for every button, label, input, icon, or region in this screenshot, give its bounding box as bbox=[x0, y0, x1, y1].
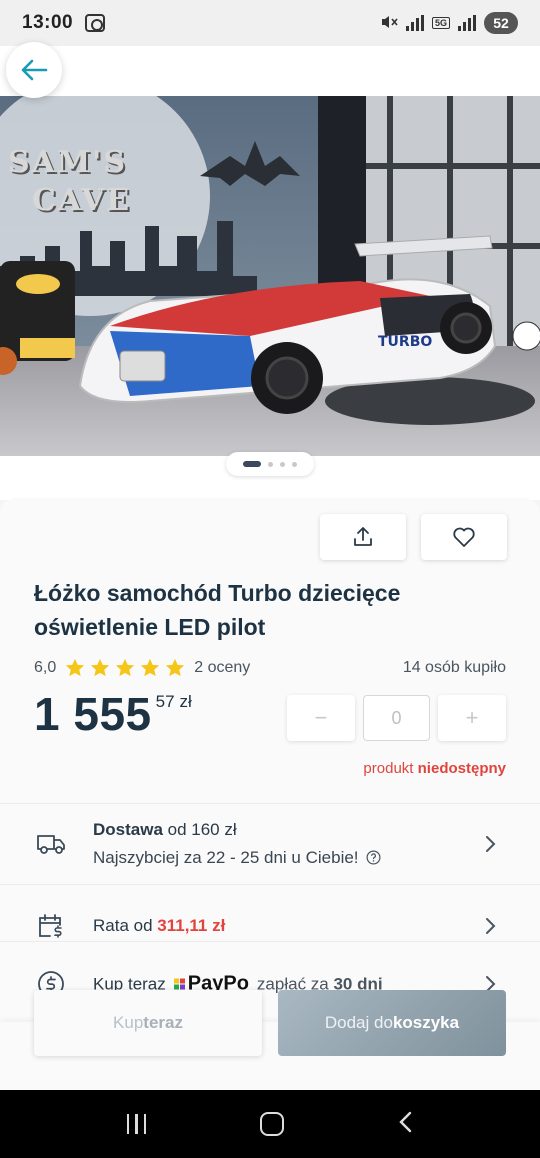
buy-now-label-pre: Kup bbox=[113, 1013, 144, 1032]
product-title: Łóżko samochód Turbo dziecięce oświetlen… bbox=[34, 580, 401, 640]
mute-icon bbox=[380, 14, 398, 33]
signal-icon-2 bbox=[458, 15, 476, 31]
installment-prefix: Rata od bbox=[93, 916, 158, 935]
add-to-cart-button[interactable]: Dodaj do koszyka bbox=[278, 990, 506, 1056]
star-icon bbox=[116, 658, 135, 677]
chevron-left-icon bbox=[399, 1111, 412, 1132]
system-back-button[interactable] bbox=[397, 1110, 413, 1139]
wall-sign: SAM'S CAVE bbox=[8, 144, 131, 220]
carousel-dot-3[interactable] bbox=[280, 461, 285, 467]
rating-stars[interactable] bbox=[64, 657, 186, 679]
wall-sign-line1: SAM'S bbox=[8, 145, 127, 180]
chevron-right-icon bbox=[486, 918, 496, 934]
rating-value: 6,0 bbox=[34, 659, 57, 676]
paypo-logo-mark bbox=[173, 978, 185, 990]
ratings-count[interactable]: 2 oceny bbox=[194, 659, 250, 677]
delivery-label: Dostawa od 160 zł bbox=[93, 820, 237, 840]
star-icon bbox=[141, 658, 160, 677]
delivery-eta-text: Najszybciej za 22 - 25 dni u Ciebie! bbox=[93, 848, 359, 867]
delivery-eta: Najszybciej za 22 - 25 dni u Ciebie! bbox=[93, 848, 381, 868]
share-icon bbox=[354, 527, 372, 546]
screenshot-icon bbox=[85, 14, 106, 32]
delivery-label-bold: Dostawa bbox=[93, 820, 163, 839]
back-arrow-icon bbox=[21, 59, 48, 81]
quantity-increase-button[interactable]: + bbox=[438, 695, 506, 741]
divider bbox=[0, 884, 540, 885]
divider bbox=[0, 803, 540, 804]
availability-prefix: produkt bbox=[363, 760, 414, 777]
truck-icon bbox=[37, 835, 65, 854]
system-navigation-bar bbox=[0, 1090, 540, 1158]
battery-indicator: 52 bbox=[484, 12, 518, 34]
favorite-button[interactable] bbox=[421, 514, 507, 560]
delivery-label-rest: od 160 zł bbox=[162, 820, 237, 839]
installment-row[interactable]: Rata od 311,11 zł bbox=[0, 898, 540, 954]
status-bar: 13:00 5G 52 bbox=[0, 0, 540, 46]
svg-text:TURBO: TURBO bbox=[378, 334, 432, 350]
carousel-indicator[interactable] bbox=[226, 452, 314, 476]
buy-now-button[interactable]: Kup teraz bbox=[34, 990, 262, 1056]
add-to-cart-label-bold: koszyka bbox=[392, 1013, 460, 1032]
recent-apps-button[interactable] bbox=[126, 1114, 147, 1134]
question-circle-icon[interactable] bbox=[366, 850, 381, 865]
status-icons: 5G 52 bbox=[380, 12, 518, 34]
installment-amount: 311,11 zł bbox=[157, 916, 226, 935]
back-button[interactable] bbox=[6, 42, 62, 98]
price-currency: zł bbox=[179, 692, 192, 711]
status-time: 13:00 bbox=[22, 12, 74, 33]
product-image[interactable]: TURBO SAM'S CAVE bbox=[0, 96, 540, 456]
signal-icon-1 bbox=[405, 15, 424, 31]
availability-value: niedostępny bbox=[417, 760, 506, 777]
quantity-input[interactable]: 0 bbox=[363, 695, 430, 741]
buy-now-label-bold: teraz bbox=[143, 1013, 183, 1032]
star-icon bbox=[166, 658, 185, 677]
price-cents: 57 bbox=[155, 692, 175, 711]
network-type-badge: 5G bbox=[431, 17, 450, 29]
wall-sign-line2: CAVE bbox=[32, 183, 132, 218]
carousel-dot-1[interactable] bbox=[243, 461, 261, 467]
chevron-right-icon bbox=[486, 836, 496, 852]
home-button[interactable] bbox=[259, 1112, 284, 1136]
quantity-decrease-button[interactable]: − bbox=[287, 695, 355, 741]
top-bar bbox=[0, 46, 540, 96]
calendar-dollar-icon bbox=[39, 914, 62, 938]
carousel-dot-2[interactable] bbox=[268, 461, 273, 467]
installment-label: Rata od 311,11 zł bbox=[93, 916, 225, 936]
rating-row: 6,0 2 oceny 14 osób kupiło bbox=[34, 656, 506, 680]
star-icon bbox=[91, 658, 110, 677]
heart-icon bbox=[453, 527, 475, 547]
add-to-cart-label-pre: Dodaj do bbox=[324, 1013, 393, 1032]
divider bbox=[0, 941, 540, 942]
buyers-count: 14 osób kupiło bbox=[402, 659, 506, 676]
availability-status: produkt niedostępny bbox=[363, 760, 506, 777]
star-icon bbox=[66, 658, 85, 677]
price-main: 1 555 bbox=[34, 688, 152, 740]
share-button[interactable] bbox=[320, 514, 406, 560]
price: 1 555 57 zł bbox=[34, 688, 192, 740]
carousel-dot-4[interactable] bbox=[292, 461, 297, 467]
